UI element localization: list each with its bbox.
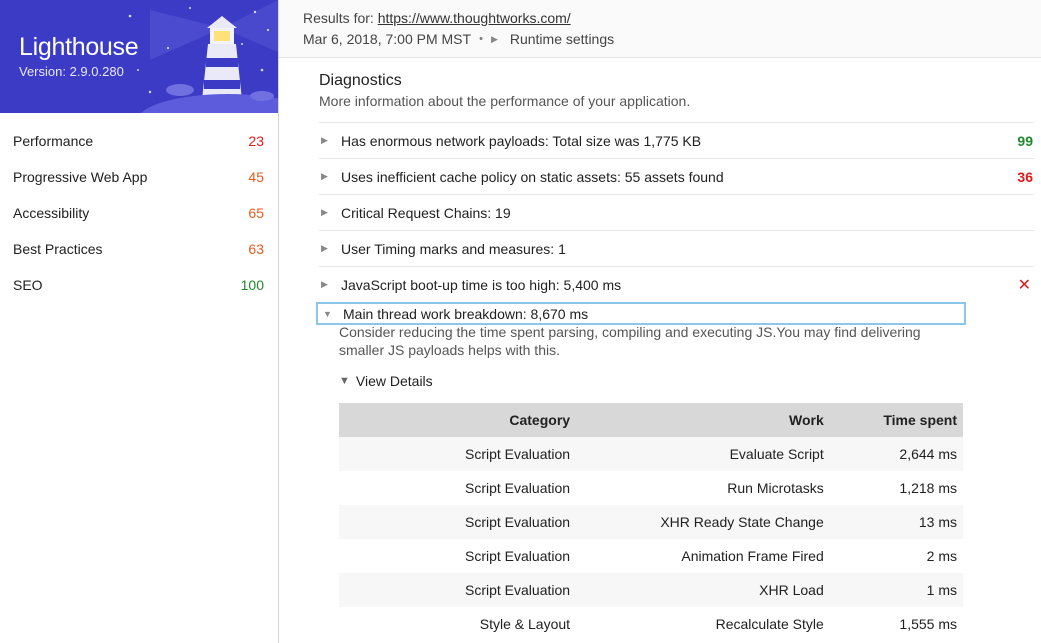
audit-help-text: Consider reducing the time spent parsing… <box>339 324 921 358</box>
category-score: 23 <box>248 133 264 149</box>
category-score: 100 <box>240 277 264 293</box>
audit-network-payloads[interactable]: ▶ Has enormous network payloads: Total s… <box>319 122 1034 158</box>
details-table-wrap: Category Work Time spent Script Evaluati… <box>339 403 963 641</box>
category-score: 63 <box>248 241 264 257</box>
table-cell: Script Evaluation <box>339 471 577 505</box>
table-cell: 13 ms <box>829 505 963 539</box>
table-row: Script Evaluation XHR Ready State Change… <box>339 505 963 539</box>
report-header: Results for: https://www.thoughtworks.co… <box>279 0 1041 58</box>
audit-bootup-time[interactable]: ▶ JavaScript boot-up time is too high: 5… <box>319 266 1034 302</box>
table-cell: Script Evaluation <box>339 573 577 607</box>
runtime-settings-toggle[interactable]: Runtime settings <box>510 31 614 47</box>
report-meta: Mar 6, 2018, 7:00 PM MST • ▶ Runtime set… <box>303 31 614 47</box>
audit-cache-policy[interactable]: ▶ Uses inefficient cache policy on stati… <box>319 158 1034 194</box>
audit-title: Critical Request Chains: 19 <box>341 204 511 221</box>
audit-title: Has enormous network payloads: Total siz… <box>341 132 702 149</box>
results-for: Results for: https://www.thoughtworks.co… <box>303 10 571 26</box>
table-cell: 1 ms <box>829 573 963 607</box>
table-cell: 1,218 ms <box>829 471 963 505</box>
sidebar-item-accessibility[interactable]: Accessibility 65 <box>0 195 278 231</box>
app-title: Lighthouse <box>19 33 139 61</box>
table-cell: Recalculate Style <box>576 607 830 641</box>
table-header-row: Category Work Time spent <box>339 403 963 437</box>
expand-arrow-icon: ▶ <box>321 279 328 289</box>
table-cell: Animation Frame Fired <box>576 539 830 573</box>
expand-arrow-icon: ▶ <box>321 207 328 217</box>
collapse-arrow-icon: ▼ <box>323 308 332 319</box>
table-cell: Script Evaluation <box>339 437 577 471</box>
category-label: Best Practices <box>13 241 103 257</box>
audit-title: Main thread work breakdown: 8,670 ms <box>343 305 589 322</box>
expand-arrow-icon: ▶ <box>321 243 328 253</box>
sidebar-item-best-practices[interactable]: Best Practices 63 <box>0 231 278 267</box>
details-table: Category Work Time spent Script Evaluati… <box>339 403 963 641</box>
category-label: Accessibility <box>13 205 90 221</box>
column-header-work: Work <box>576 403 830 437</box>
audit-list: ▶ Has enormous network payloads: Total s… <box>316 122 1034 325</box>
audit-score: 99 <box>1017 132 1033 149</box>
column-header-time-spent: Time spent <box>829 403 963 437</box>
audit-title: Uses inefficient cache policy on static … <box>341 168 724 185</box>
table-row: Script Evaluation Run Microtasks 1,218 m… <box>339 471 963 505</box>
table-row: Script Evaluation Evaluate Script 2,644 … <box>339 437 963 471</box>
sidebar-item-performance[interactable]: Performance 23 <box>0 123 278 159</box>
results-label: Results for: <box>303 10 374 26</box>
table-cell: 2,644 ms <box>829 437 963 471</box>
table-cell: Evaluate Script <box>576 437 830 471</box>
table-cell: XHR Ready State Change <box>576 505 830 539</box>
diagnostics-description: More information about the performance o… <box>319 93 691 109</box>
sidebar: Lighthouse Version: 2.9.0.280 Performanc… <box>0 0 279 643</box>
separator-dot: • <box>479 33 483 45</box>
column-header-category: Category <box>339 403 577 437</box>
table-cell: Script Evaluation <box>339 505 577 539</box>
audit-user-timings[interactable]: ▶ User Timing marks and measures: 1 <box>319 230 1034 266</box>
lighthouse-banner: Lighthouse Version: 2.9.0.280 <box>0 0 278 113</box>
category-score: 65 <box>248 205 264 221</box>
report-date: Mar 6, 2018, 7:00 PM MST <box>303 31 472 47</box>
app-version: Version: 2.9.0.280 <box>19 64 124 79</box>
diagnostics-title: Diagnostics <box>319 72 402 89</box>
table-cell: Script Evaluation <box>339 539 577 573</box>
table-row: Script Evaluation Animation Frame Fired … <box>339 539 963 573</box>
category-label: SEO <box>13 277 43 293</box>
audit-critical-request-chains[interactable]: ▶ Critical Request Chains: 19 <box>319 194 1034 230</box>
table-cell: Run Microtasks <box>576 471 830 505</box>
expand-arrow-icon: ▶ <box>321 171 328 181</box>
audit-title: JavaScript boot-up time is too high: 5,4… <box>341 276 622 293</box>
tested-url-link[interactable]: https://www.thoughtworks.com/ <box>378 10 571 26</box>
category-score: 45 <box>248 169 264 185</box>
collapse-arrow-icon: ▼ <box>339 375 350 387</box>
category-label: Progressive Web App <box>13 169 148 185</box>
view-details-label: View Details <box>355 373 433 389</box>
view-details-toggle[interactable]: ▼ View Details <box>339 373 433 389</box>
report-main: Diagnostics More information about the p… <box>279 58 1041 643</box>
table-cell: 2 ms <box>829 539 963 573</box>
sidebar-item-pwa[interactable]: Progressive Web App 45 <box>0 159 278 195</box>
fail-x-icon: ✕ <box>1017 276 1031 294</box>
expand-arrow-icon: ▶ <box>321 135 328 145</box>
sidebar-item-seo[interactable]: SEO 100 <box>0 267 278 303</box>
table-row: Script Evaluation XHR Load 1 ms <box>339 573 963 607</box>
table-row: Style & Layout Recalculate Style 1,555 m… <box>339 607 963 641</box>
category-list: Performance 23 Progressive Web App 45 Ac… <box>0 123 278 303</box>
category-label: Performance <box>13 133 94 149</box>
audit-title: User Timing marks and measures: 1 <box>341 240 566 257</box>
table-cell: 1,555 ms <box>829 607 963 641</box>
table-cell: XHR Load <box>576 573 830 607</box>
table-cell: Style & Layout <box>339 607 577 641</box>
audit-score: 36 <box>1017 168 1033 185</box>
expand-triangle-icon[interactable]: ▶ <box>491 34 498 45</box>
audit-main-thread-breakdown[interactable]: ▼ Main thread work breakdown: 8,670 ms <box>316 302 966 325</box>
